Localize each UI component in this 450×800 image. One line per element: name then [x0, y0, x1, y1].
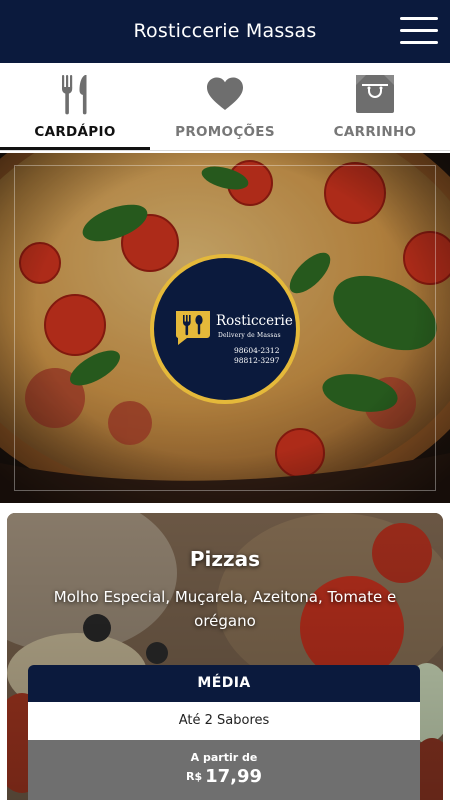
menu-line	[400, 41, 438, 44]
logo-tagline: Delivery de Massas	[218, 332, 281, 339]
product-description: Molho Especial, Muçarela, Azeitona, Toma…	[53, 588, 397, 630]
tab-label: PROMOÇÕES	[175, 124, 275, 140]
shopping-bag-icon	[356, 75, 394, 113]
product-card[interactable]: Pizzas Molho Especial, Muçarela, Azeiton…	[7, 513, 443, 800]
tabs-divider	[0, 150, 450, 151]
price-value: 17,99	[205, 766, 263, 787]
menu-icon[interactable]	[400, 14, 438, 47]
brand-logo: Rosticcerie Delivery de Massas 98604-231…	[150, 254, 300, 404]
tab-label: CARDÁPIO	[34, 124, 116, 140]
cutlery-bubble-icon	[175, 311, 210, 345]
size-flavors: Até 2 Sabores	[28, 702, 420, 740]
price-block[interactable]: A partir de R$ 17,99	[28, 740, 420, 800]
app-title: Rosticcerie Massas	[133, 20, 317, 42]
menu-line	[400, 29, 438, 32]
tab-promocoes[interactable]: PROMOÇÕES	[150, 63, 300, 153]
cutlery-icon	[62, 75, 87, 115]
size-name: MÉDIA	[28, 665, 420, 702]
hero-banner: Rosticcerie Delivery de Massas 98604-231…	[0, 153, 450, 503]
tab-cardapio[interactable]: CARDÁPIO	[0, 63, 150, 153]
logo-brand-name: Rosticcerie	[216, 313, 293, 329]
product-name: Pizzas	[189, 547, 261, 571]
price-prefix: A partir de	[190, 751, 258, 764]
tab-bar: CARDÁPIO PROMOÇÕES CARRINHO	[0, 63, 450, 153]
tab-carrinho[interactable]: CARRINHO	[300, 63, 450, 153]
logo-phone: 98604-2312	[234, 346, 280, 355]
size-option[interactable]: MÉDIA Até 2 Sabores A partir de R$ 17,99	[28, 665, 420, 800]
menu-line	[400, 17, 438, 20]
app-header: Rosticcerie Massas	[0, 0, 450, 63]
logo-phone: 98812-3297	[234, 356, 280, 365]
tab-label: CARRINHO	[333, 124, 417, 140]
heart-icon	[207, 77, 243, 110]
price-currency: R$	[185, 770, 203, 783]
price-line: R$ 17,99	[28, 766, 420, 787]
